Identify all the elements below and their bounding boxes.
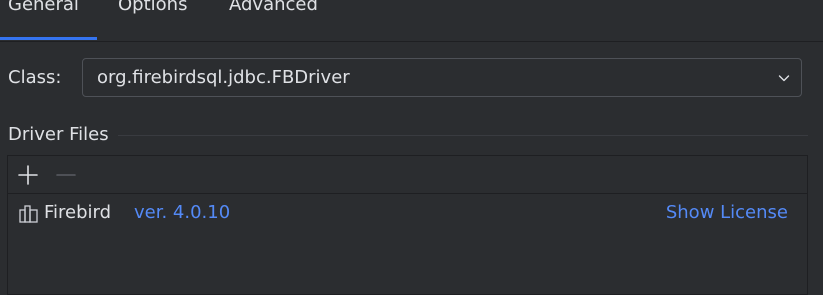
- class-combobox[interactable]: org.firebirdsql.jdbc.FBDriver: [82, 58, 802, 97]
- driver-files-toolbar: [8, 156, 807, 194]
- chevron-down-icon: [778, 75, 790, 82]
- tab-options[interactable]: Options: [118, 0, 187, 15]
- list-item[interactable]: Firebird ver. 4.0.10 Show License: [8, 194, 807, 234]
- driver-file-version[interactable]: ver. 4.0.10: [134, 202, 230, 223]
- selected-tab-indicator: [0, 37, 97, 40]
- library-icon: [19, 205, 38, 223]
- section-divider: [118, 135, 808, 136]
- tab-advanced[interactable]: Advanced: [229, 0, 318, 15]
- class-combobox-value: org.firebirdsql.jdbc.FBDriver: [97, 67, 350, 88]
- driver-file-name: Firebird: [44, 202, 112, 223]
- tab-bar: General Options Advanced: [0, 0, 823, 42]
- driver-files-panel: Firebird ver. 4.0.10 Show License: [7, 155, 808, 295]
- tab-general[interactable]: General: [8, 0, 79, 15]
- class-label: Class:: [8, 67, 62, 88]
- driver-files-title: Driver Files: [8, 124, 109, 145]
- plus-icon[interactable]: [17, 164, 39, 186]
- show-license-link[interactable]: Show License: [666, 202, 788, 223]
- minus-icon[interactable]: [55, 164, 77, 186]
